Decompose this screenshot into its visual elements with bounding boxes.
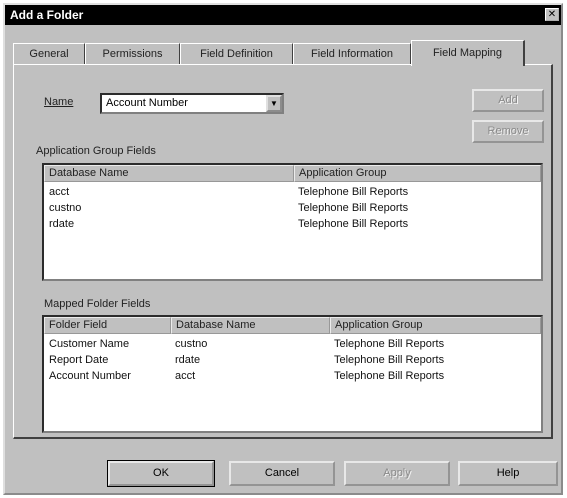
- list-header: Database Name Application Group: [44, 165, 541, 182]
- tab-field-definition[interactable]: Field Definition: [180, 43, 293, 64]
- close-icon[interactable]: ✕: [545, 8, 559, 21]
- tab-field-information[interactable]: Field Information: [293, 43, 411, 64]
- chevron-down-icon[interactable]: ▼: [266, 95, 282, 112]
- table-row-folder-field[interactable]: Account Number: [49, 370, 131, 382]
- add-folder-dialog: Add a Folder ✕ General Permissions Field…: [3, 3, 563, 495]
- table-row-folder-field[interactable]: Customer Name: [49, 338, 129, 350]
- column-header-application-group[interactable]: Application Group: [294, 165, 541, 182]
- ok-button[interactable]: OK: [107, 460, 215, 487]
- list-item[interactable]: rdate: [49, 218, 74, 230]
- table-row-database-name[interactable]: rdate: [175, 354, 200, 366]
- apply-button[interactable]: Apply: [344, 461, 450, 486]
- tab-permissions[interactable]: Permissions: [85, 43, 180, 64]
- name-dropdown-value: Account Number: [106, 97, 188, 109]
- table-row-application-group[interactable]: Telephone Bill Reports: [334, 338, 444, 350]
- list-item[interactable]: acct: [49, 186, 69, 198]
- tab-field-mapping[interactable]: Field Mapping: [411, 40, 525, 66]
- list-item[interactable]: custno: [49, 202, 81, 214]
- application-group-fields-label: Application Group Fields: [36, 145, 156, 157]
- tab-general[interactable]: General: [13, 43, 85, 64]
- table-row-database-name[interactable]: custno: [175, 338, 207, 350]
- list-item[interactable]: Telephone Bill Reports: [298, 186, 408, 198]
- list-item[interactable]: Telephone Bill Reports: [298, 218, 408, 230]
- help-button[interactable]: Help: [458, 461, 558, 486]
- column-header-database-name[interactable]: Database Name: [44, 165, 294, 182]
- name-dropdown[interactable]: Account Number ▼: [100, 93, 284, 114]
- table-row-application-group[interactable]: Telephone Bill Reports: [334, 354, 444, 366]
- table-row-application-group[interactable]: Telephone Bill Reports: [334, 370, 444, 382]
- name-label: Name: [44, 96, 74, 108]
- cancel-button[interactable]: Cancel: [229, 461, 335, 486]
- column-header-folder-field[interactable]: Folder Field: [44, 317, 171, 334]
- title-bar[interactable]: Add a Folder ✕: [5, 5, 561, 25]
- list-header: Folder Field Database Name Application G…: [44, 317, 541, 334]
- column-header-application-group[interactable]: Application Group: [330, 317, 541, 334]
- window-title: Add a Folder: [10, 8, 84, 22]
- column-header-database-name[interactable]: Database Name: [171, 317, 330, 334]
- table-row-folder-field[interactable]: Report Date: [49, 354, 108, 366]
- add-button[interactable]: Add: [472, 89, 544, 112]
- remove-button[interactable]: Remove: [472, 120, 544, 143]
- application-group-fields-list[interactable]: Database Name Application Group acct Tel…: [42, 163, 543, 281]
- mapped-folder-fields-list[interactable]: Folder Field Database Name Application G…: [42, 315, 543, 433]
- field-mapping-panel: Name Account Number ▼ Add Remove Applica…: [13, 64, 553, 439]
- table-row-database-name[interactable]: acct: [175, 370, 195, 382]
- mapped-folder-fields-label: Mapped Folder Fields: [44, 298, 151, 310]
- list-item[interactable]: Telephone Bill Reports: [298, 202, 408, 214]
